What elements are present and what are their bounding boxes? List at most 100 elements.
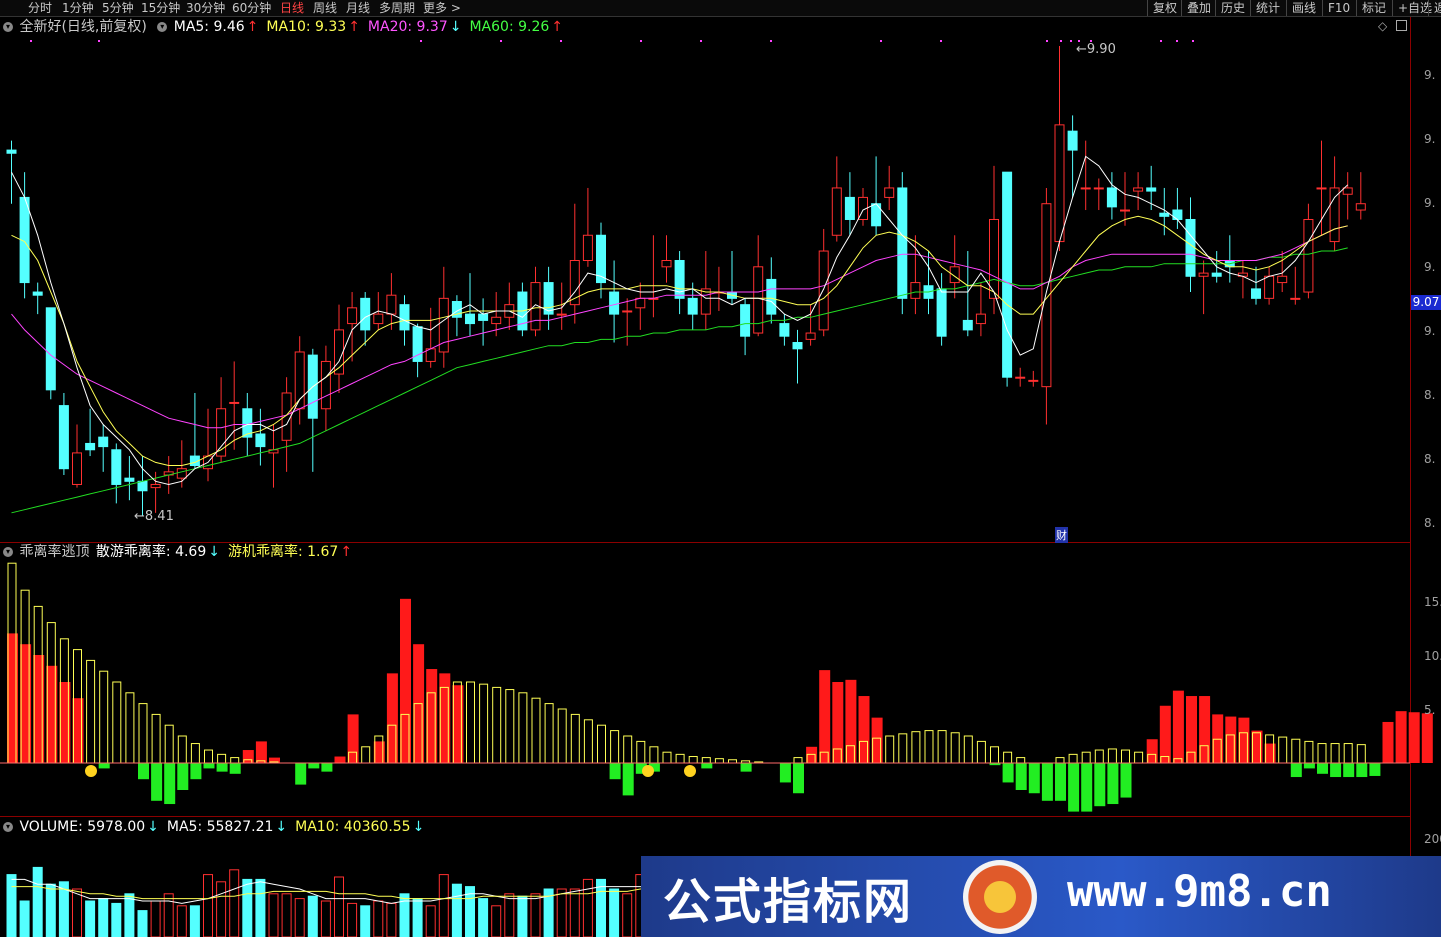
- candle-body: [216, 408, 227, 457]
- bias-bar: [701, 763, 713, 769]
- y-tick-label: 15.: [1424, 595, 1441, 609]
- bias-outline-bar: [1003, 751, 1013, 764]
- volume-bar: [530, 893, 541, 937]
- bias-bar: [1356, 763, 1368, 778]
- high-price-label: ←9.90: [1076, 42, 1116, 57]
- volume-bar: [6, 874, 17, 937]
- bias-outline-bar: [505, 689, 515, 764]
- smiley-icon: [642, 765, 654, 777]
- candle-body: [1120, 209, 1130, 212]
- candle-body: [975, 313, 986, 325]
- volume-bar: [163, 893, 174, 937]
- candle-body: [150, 483, 161, 489]
- volume-bar: [216, 881, 227, 937]
- candle-body: [1251, 288, 1261, 299]
- volume-bar: [281, 893, 292, 937]
- bias-bar: [609, 763, 621, 780]
- y-tick-label: 9.: [1424, 132, 1436, 146]
- candle-body: [1316, 187, 1327, 190]
- volume-bar: [124, 893, 135, 937]
- volume-bar: [491, 905, 502, 937]
- volume-bar: [203, 874, 213, 937]
- bias-outline-bar: [99, 670, 109, 764]
- candle-body: [844, 196, 855, 220]
- bias-outline-bar: [976, 740, 986, 764]
- volume-bar: [242, 878, 253, 937]
- bias-outline-bar: [701, 757, 711, 764]
- bias-outline-bar: [990, 746, 999, 764]
- volume-bar: [150, 900, 161, 937]
- bias-outline-bar: [151, 713, 161, 764]
- candle-body: [255, 433, 266, 448]
- bias-bar: [1120, 763, 1132, 798]
- watermark-url: www.9m8.cn: [1067, 866, 1332, 917]
- candle-body: [124, 477, 135, 482]
- candle-body: [1159, 212, 1170, 217]
- kline-chart[interactable]: [0, 0, 1441, 937]
- candle-body: [1198, 272, 1209, 277]
- bias-bar: [1290, 763, 1302, 778]
- candle-body: [373, 313, 384, 325]
- bias-bar: [1094, 763, 1106, 807]
- bias-bar: [1068, 763, 1080, 812]
- bias-outline-bar: [204, 749, 213, 764]
- signal-dot: [940, 40, 942, 42]
- signal-dot: [1060, 40, 1062, 42]
- finance-badge[interactable]: 财: [1055, 527, 1068, 543]
- candle-body: [111, 449, 122, 485]
- bias-outline-bar: [898, 733, 908, 764]
- bias-bar: [1382, 721, 1394, 763]
- bias-outline-bar: [1107, 748, 1117, 764]
- candle-body: [622, 310, 633, 313]
- bias-outline-bar: [1081, 751, 1091, 764]
- candle-body: [399, 304, 410, 331]
- bias-bar: [1041, 763, 1053, 801]
- signal-dot: [420, 40, 422, 42]
- candle-body: [98, 436, 109, 448]
- bias-outline-bar: [86, 659, 96, 764]
- volume-bar: [622, 893, 633, 937]
- signal-dot: [1192, 40, 1194, 42]
- candle-body: [674, 259, 685, 299]
- candle-body: [1211, 272, 1222, 277]
- bias-bar: [779, 763, 791, 783]
- bias-outline-bar: [217, 753, 227, 764]
- low-price-label: ←8.41: [134, 509, 174, 524]
- bias-outline-bar: [361, 746, 371, 764]
- bias-outline-bar: [570, 713, 580, 764]
- y-tick-label: 5.: [1424, 703, 1436, 717]
- candle-body: [687, 297, 698, 315]
- candle-body: [6, 149, 17, 154]
- volume-bar: [229, 869, 240, 937]
- volume-bar: [137, 910, 148, 937]
- bias-bar: [1343, 763, 1355, 778]
- watermark-banner: 公式指标网 www.9m8.cn: [641, 856, 1441, 937]
- bias-outline-bar: [230, 757, 240, 764]
- bias-outline-bar: [1055, 757, 1065, 764]
- bias-bar: [216, 763, 228, 772]
- candle-body: [1015, 376, 1026, 379]
- candle-body: [1133, 187, 1144, 192]
- volume-bar: [451, 883, 462, 937]
- candle-body: [910, 282, 921, 299]
- bias-outline-bar: [623, 735, 633, 764]
- bias-outline-bar: [636, 740, 646, 764]
- candle-body: [831, 187, 842, 236]
- signal-dot: [500, 40, 502, 42]
- volume-bar: [320, 900, 331, 937]
- candle-body: [936, 288, 947, 337]
- bias-bar: [177, 763, 189, 790]
- candle-body: [347, 307, 358, 325]
- bias-outline-bar: [1343, 743, 1353, 764]
- bias-outline-bar: [531, 697, 541, 764]
- bias-bar: [164, 763, 176, 805]
- volume-bar: [360, 905, 371, 937]
- candle-body: [635, 297, 646, 309]
- volume-bar: [85, 900, 96, 937]
- bias-outline-bar: [583, 719, 593, 764]
- signal-dot: [98, 40, 100, 42]
- volume-bar: [438, 874, 449, 937]
- bias-outline-bar: [125, 692, 135, 764]
- bias-bar: [1055, 763, 1066, 801]
- volume-bar: [609, 888, 620, 937]
